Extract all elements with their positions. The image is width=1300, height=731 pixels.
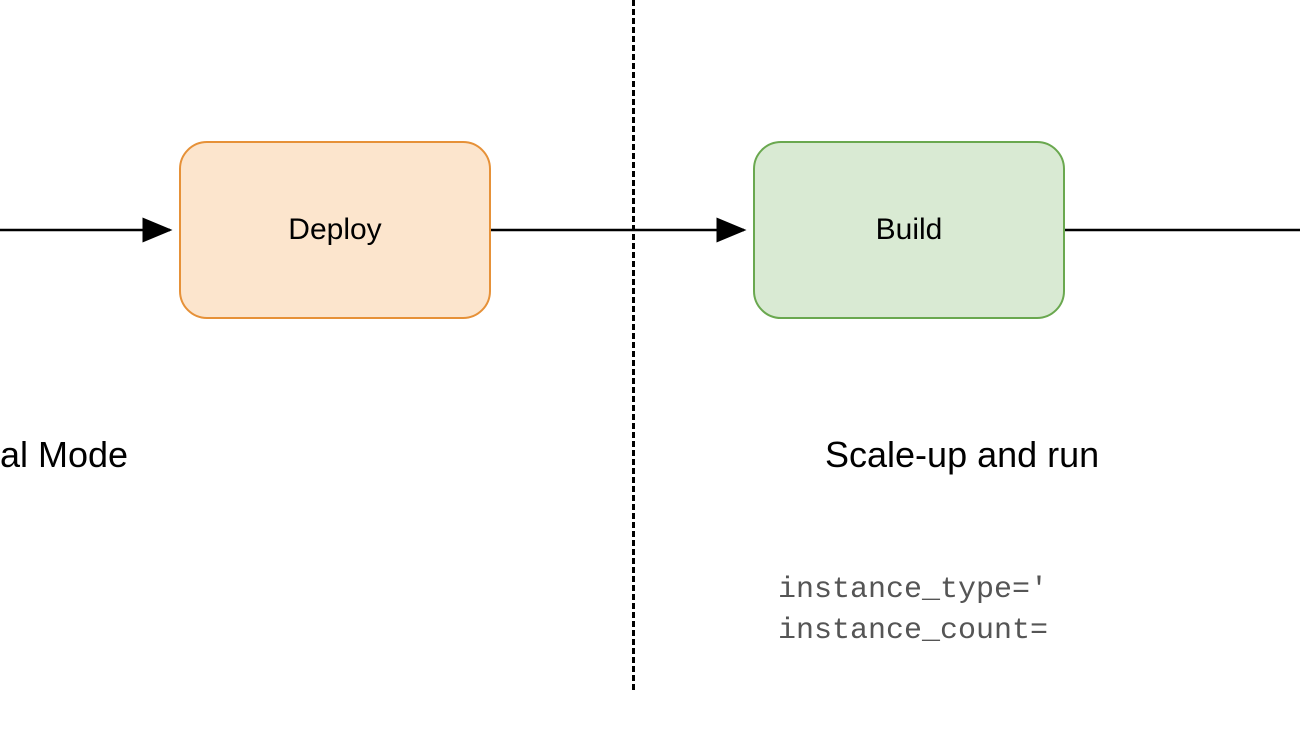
flow-diagram: Deploy Build al Mode Scale-up and run in…: [0, 0, 1300, 731]
node-build-label: Build: [876, 213, 943, 247]
code-line-2: instance_count=: [778, 614, 1048, 648]
code-snippet: instance_type=' instance_count=: [778, 570, 1048, 651]
arrows-layer: [0, 0, 1300, 731]
section-label-right: Scale-up and run: [825, 434, 1099, 476]
node-deploy: Deploy: [179, 141, 491, 319]
code-line-1: instance_type=': [778, 573, 1048, 607]
node-build: Build: [753, 141, 1065, 319]
section-label-left: al Mode: [0, 434, 128, 476]
node-deploy-label: Deploy: [288, 213, 381, 247]
section-divider: [632, 0, 635, 690]
